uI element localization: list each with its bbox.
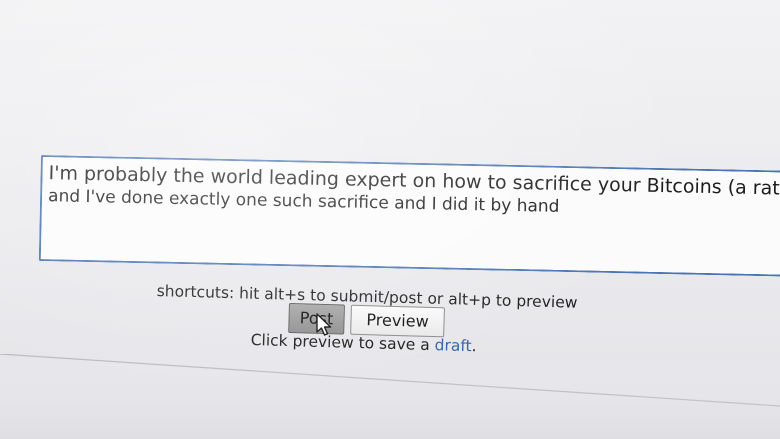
draft-hint-suffix: .: [471, 337, 477, 356]
page-divider: [0, 354, 780, 439]
draft-link[interactable]: draft: [434, 336, 471, 355]
preview-button[interactable]: Preview: [350, 304, 445, 338]
comment-page: I'm probably the world leading expert on…: [0, 0, 780, 439]
draft-hint-prefix: Click preview to save a: [250, 331, 435, 355]
comment-textarea[interactable]: I'm probably the world leading expert on…: [38, 155, 780, 277]
